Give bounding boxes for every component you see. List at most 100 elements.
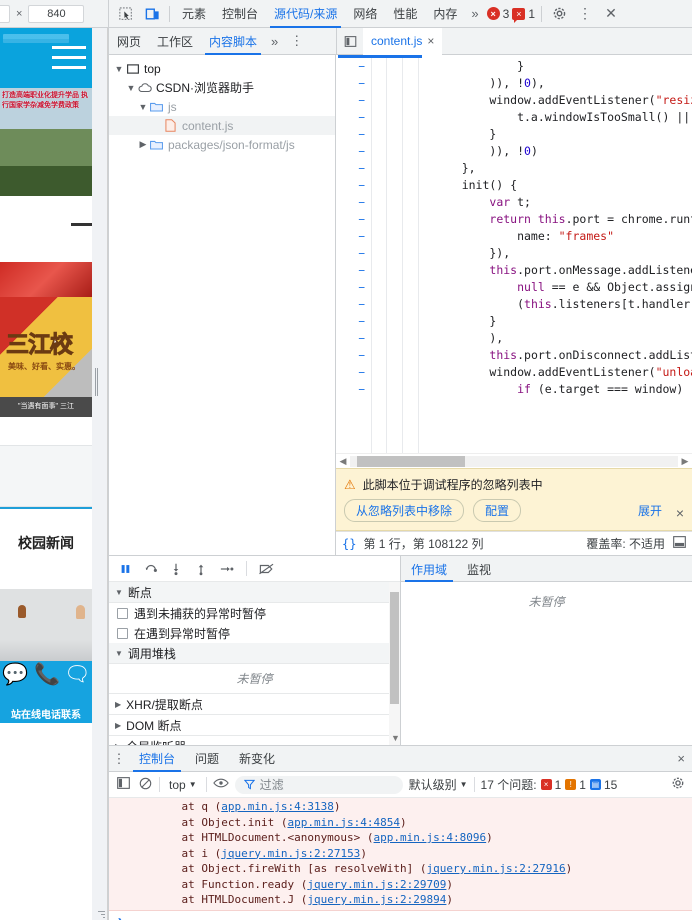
viewport-height-input[interactable]: 840	[28, 4, 85, 23]
gutter-marker[interactable]: −	[336, 347, 365, 364]
configure-button[interactable]: 配置	[473, 499, 522, 522]
tab-memory[interactable]: 内存	[425, 0, 465, 28]
message-icon[interactable]: 🗨	[64, 663, 91, 687]
nav-tab-workspace[interactable]: 工作区	[149, 28, 201, 55]
nav-tab-page[interactable]: 网页	[109, 28, 149, 55]
scroll-down-arrow-icon[interactable]: ▼	[391, 733, 400, 743]
checkbox-pause-exceptions[interactable]: 在遇到异常时暂停	[109, 623, 400, 643]
code-line[interactable]: name: "frames"	[434, 228, 692, 245]
close-icon[interactable]: ✕	[598, 1, 624, 27]
gutter-marker[interactable]: −	[336, 279, 365, 296]
gutter-marker[interactable]: −	[336, 381, 365, 398]
gutter-marker[interactable]: −	[336, 364, 365, 381]
gutter-marker[interactable]: −	[336, 330, 365, 347]
scroll-thumb[interactable]	[357, 455, 465, 467]
code-line[interactable]: window.addEventListener("resize",	[434, 92, 692, 109]
live-expression-icon[interactable]	[212, 777, 229, 792]
tab-issues[interactable]: 问题	[185, 746, 229, 772]
tree-node-packages-folder[interactable]: ▶ packages/json-format/js	[109, 135, 335, 154]
gutter-marker[interactable]: −	[336, 109, 365, 126]
gutter-marker[interactable]: −	[336, 296, 365, 313]
console-prompt[interactable]: ❯	[109, 911, 692, 920]
step-into-button[interactable]	[169, 562, 183, 576]
tree-arrow-icon[interactable]: ▶	[137, 139, 149, 150]
more-tabs-chevron-icon[interactable]: »	[465, 6, 484, 21]
stack-frame-link[interactable]: app.min.js:4:3138	[221, 800, 334, 813]
console-output[interactable]: at q (app.min.js:4:3138) at Object.init …	[109, 798, 692, 920]
gutter-marker[interactable]: −	[336, 92, 365, 109]
issues-summary[interactable]: 17 个问题: × 1 ! 1 ▤ 15	[481, 776, 618, 793]
hamburger-menu-icon[interactable]	[52, 46, 86, 76]
code-line[interactable]: (this.listeners[t.handler] ||	[434, 296, 692, 313]
code-line[interactable]: init() {	[434, 177, 692, 194]
section-dom-breakpoints[interactable]: ▶ DOM 断点	[109, 715, 400, 736]
checkbox-pause-uncaught[interactable]: 遇到未捕获的异常时暂停	[109, 603, 400, 623]
scroll-thumb[interactable]	[390, 592, 399, 704]
gutter-marker[interactable]: −	[336, 211, 365, 228]
nav-more-chevron-icon[interactable]: »	[265, 34, 284, 49]
tree-node-extension[interactable]: ▼ CSDN·浏览器助手	[109, 78, 335, 97]
debugger-sections[interactable]: ▼ 断点 遇到未捕获的异常时暂停 在遇到异常时暂停 ▼ 调用堆栈 未暂停 ▶ X…	[109, 582, 400, 745]
code-line[interactable]: }	[434, 58, 692, 75]
code-line[interactable]: )), !0),	[434, 75, 692, 92]
code-line[interactable]: null == e && Object.assign(wi	[434, 279, 692, 296]
editor-tab-contentjs[interactable]: content.js ×	[363, 27, 443, 55]
clear-console-icon[interactable]	[137, 777, 153, 793]
console-sidebar-icon[interactable]	[115, 777, 131, 792]
drawer-kebab-menu-icon[interactable]: ⋮	[109, 751, 129, 767]
gutter-marker[interactable]: −	[336, 228, 365, 245]
deactivate-breakpoints-button[interactable]	[258, 562, 275, 576]
code-line[interactable]: }),	[434, 245, 692, 262]
stack-frame-link[interactable]: app.min.js:4:4854	[287, 816, 400, 829]
tab-network[interactable]: 网络	[345, 0, 385, 28]
stack-frame-link[interactable]: jquery.min.js:2:29894	[307, 893, 446, 906]
toggle-navigator-icon[interactable]	[337, 28, 363, 54]
show-drawer-icon[interactable]	[673, 536, 686, 551]
code-area[interactable]: − − − − − − − − − − − − − − − − − − − − } )), !0), window.a…	[336, 58, 692, 453]
gutter-marker[interactable]: −	[336, 75, 365, 92]
code-line[interactable]: },	[434, 160, 692, 177]
code-line[interactable]: }	[434, 126, 692, 143]
stack-frame-link[interactable]: jquery.min.js:2:27916	[427, 862, 566, 875]
scroll-right-arrow-icon[interactable]: ▶	[678, 456, 692, 467]
code-line[interactable]: return this.port = chrome.runtime	[434, 211, 692, 228]
nav-tab-content-scripts[interactable]: 内容脚本	[201, 28, 265, 55]
tree-arrow-icon[interactable]: ▼	[125, 83, 137, 93]
editor-horizontal-scrollbar[interactable]: ◀ ▶	[336, 453, 692, 468]
checkbox-icon[interactable]	[117, 607, 128, 619]
gutter-marker[interactable]: −	[336, 143, 365, 160]
debugger-vertical-scrollbar[interactable]: ▼	[389, 582, 400, 745]
gutter-marker[interactable]: −	[336, 194, 365, 211]
nav-kebab-menu-icon[interactable]: ⋮	[284, 33, 309, 49]
tree-node-top[interactable]: ▼ top	[109, 59, 335, 78]
gutter-marker[interactable]: −	[336, 313, 365, 330]
code-line[interactable]: window.addEventListener("unload",	[434, 364, 692, 381]
gutter-marker[interactable]: −	[336, 262, 365, 279]
tab-console[interactable]: 控制台	[129, 746, 185, 772]
console-level-selector[interactable]: 默认级别 ▼	[409, 776, 468, 793]
resize-corner-icon[interactable]	[96, 909, 105, 918]
code-line[interactable]: t.a.windowIsTooSmall() || s()	[434, 109, 692, 126]
tab-console[interactable]: 控制台	[214, 0, 266, 28]
viewport-width-input[interactable]	[0, 4, 10, 23]
stack-frame-link[interactable]: jquery.min.js:2:29709	[307, 878, 446, 891]
gutter-marker[interactable]: −	[336, 58, 365, 75]
execution-context-selector[interactable]: top ▼	[166, 778, 200, 792]
stack-frame-link[interactable]: jquery.min.js:2:27153	[221, 847, 360, 860]
tree-arrow-icon[interactable]: ▼	[113, 64, 125, 74]
code-line[interactable]: }	[434, 313, 692, 330]
stack-frame-link[interactable]: app.min.js:4:8096	[374, 831, 487, 844]
remove-from-ignore-list-button[interactable]: 从忽略列表中移除	[344, 499, 465, 522]
file-navigator-tree[interactable]: ▼ top ▼ CSDN·浏览器助手 ▼ js content.js ▶ pac…	[109, 55, 336, 555]
gutter-marker[interactable]: −	[336, 126, 365, 143]
code-line[interactable]: this.port.onMessage.addListener(t	[434, 262, 692, 279]
qq-chat-icon[interactable]: 💬	[2, 663, 28, 687]
inspect-element-icon[interactable]	[113, 1, 139, 27]
step-out-button[interactable]	[194, 562, 208, 576]
section-call-stack[interactable]: ▼ 调用堆栈	[109, 643, 400, 664]
checkbox-icon[interactable]	[117, 627, 128, 639]
gear-icon[interactable]	[546, 1, 572, 27]
step-over-button[interactable]	[144, 562, 158, 576]
resume-script-button[interactable]	[119, 562, 133, 576]
editor-tab-close-icon[interactable]: ×	[427, 34, 434, 48]
